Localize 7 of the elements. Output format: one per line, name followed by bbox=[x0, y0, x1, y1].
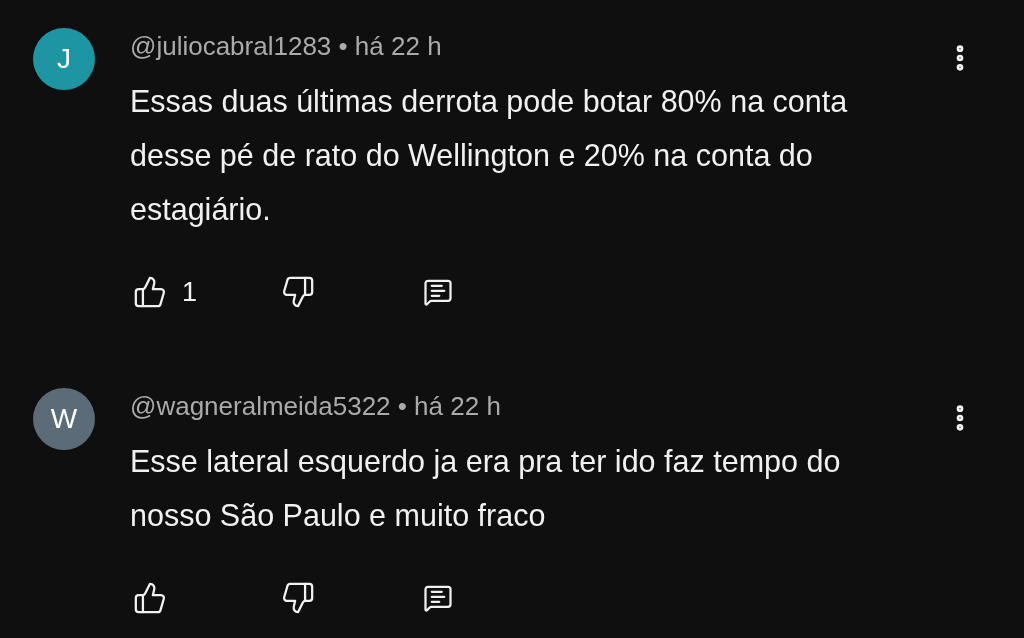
avatar[interactable]: W bbox=[33, 388, 95, 450]
like-count: 1 bbox=[182, 276, 198, 308]
comment-text: Essas duas últimas derrota pode botar 80% na conta desse pé de rato do Wellington e 20% na conta do estagiário. bbox=[130, 83, 849, 229]
avatar[interactable]: J bbox=[33, 28, 95, 90]
comment-text: Esse lateral esquerdo ja era pra ter ido faz tempo do nosso São Paulo e muito fraco bbox=[130, 443, 842, 534]
comment-author: @wagneralmeida5322 • há 22 h bbox=[130, 390, 502, 423]
comment-author: @juliocabral1283 • há 22 h bbox=[130, 30, 443, 63]
